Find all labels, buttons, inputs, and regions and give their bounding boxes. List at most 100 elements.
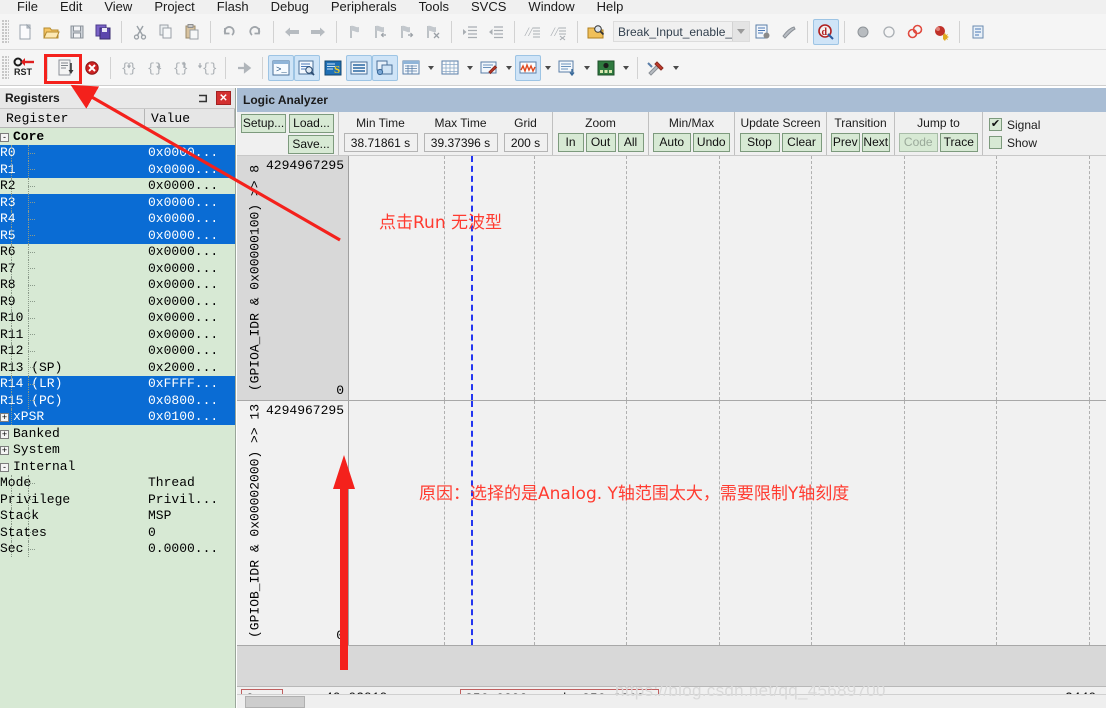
watch-windows-icon[interactable] [398,55,424,81]
zoom-in-button[interactable]: In [557,133,584,152]
save-button[interactable]: Save... [288,134,334,154]
cut-icon[interactable] [127,19,153,45]
register-row[interactable]: R6 0x0000... [0,243,235,260]
toolbar-grip[interactable] [2,55,9,80]
save-icon[interactable] [64,19,90,45]
max-time-value[interactable]: 39.37396 s [423,133,498,152]
chevron-down-icon[interactable] [580,55,593,81]
menu-item-file[interactable]: File [6,0,49,14]
waveform-area[interactable]: 4294967295 (GPIOA_IDR & 0x00000100) >> 8… [237,156,1106,686]
channel-1-plot[interactable] [349,156,1106,400]
register-row[interactable]: R2 0x0000... [0,177,235,194]
register-row[interactable]: R15 (PC) 0x0800... [0,392,235,409]
debug-session-icon[interactable]: d [813,18,839,45]
pin-icon[interactable]: ⊐ [198,91,208,105]
disable-breakpoints-icon[interactable] [902,19,928,45]
paste-icon[interactable] [179,19,205,45]
show-next-statement-icon[interactable] [231,55,257,81]
min-time-value[interactable]: 38.71861 s [343,133,418,152]
collapse-icon[interactable]: - [0,462,9,472]
misc-icon[interactable] [965,19,991,45]
bookmark-toggle-icon[interactable] [342,19,368,45]
target-select[interactable]: Break_Input_enable_disa [613,21,750,42]
register-row[interactable]: States 0 [0,524,235,541]
step-into-icon[interactable]: {} [116,55,142,81]
register-row[interactable]: + System [0,442,235,459]
register-row[interactable]: R0 0x0000... [0,144,235,161]
show-checkbox[interactable] [989,136,1002,149]
indent-icon[interactable] [457,19,483,45]
expand-icon[interactable]: + [0,429,9,439]
system-viewer-icon[interactable] [593,55,619,81]
memory-windows-icon[interactable] [437,55,463,81]
breakpoint-filled-icon[interactable] [850,19,876,45]
channel-2-plot[interactable] [349,401,1106,645]
scrollbar-thumb[interactable] [245,696,305,708]
chevron-down-icon[interactable] [541,55,554,81]
register-row[interactable]: R1 0x0000... [0,161,235,178]
register-row[interactable]: R4 0x0000... [0,210,235,227]
register-row[interactable]: R10 0x0000... [0,309,235,326]
stop-button[interactable]: Stop [739,133,780,152]
register-row[interactable]: + Banked [0,425,235,442]
navigate-back-icon[interactable] [279,19,305,45]
run-icon[interactable] [53,55,79,81]
stop-icon[interactable] [79,55,105,81]
chevron-down-icon[interactable] [502,55,515,81]
register-row[interactable]: + xPSR 0x0100... [0,408,235,425]
menu-item-project[interactable]: Project [143,0,205,14]
find-in-files-icon[interactable] [583,19,609,45]
toolbar-grip[interactable] [2,19,9,44]
next-transition-button[interactable]: Next [861,133,890,152]
close-icon[interactable]: ✕ [216,91,231,105]
step-out-icon[interactable]: {} [168,55,194,81]
chevron-down-icon[interactable] [619,55,632,81]
prev-transition-button[interactable]: Prev [831,133,860,152]
register-row[interactable]: Stack MSP [0,507,235,524]
waveform-channel-2[interactable]: 4294967295 (GPIOB_IDR & 0x00002000) >> 1… [237,401,1106,646]
kill-breakpoints-icon[interactable] [928,19,954,45]
target-options-icon[interactable] [750,19,776,45]
waveform-channel-1[interactable]: 4294967295 (GPIOA_IDR & 0x00000100) >> 8… [237,156,1106,401]
command-window-icon[interactable]: >_ [268,54,294,81]
reset-cpu-icon[interactable]: RST [12,55,42,81]
menu-item-window[interactable]: Window [517,0,585,14]
menu-item-debug[interactable]: Debug [260,0,320,14]
open-file-icon[interactable] [38,19,64,45]
disassembly-window-icon[interactable] [294,54,320,81]
symbols-window-icon[interactable]: S [320,55,346,81]
menu-item-help[interactable]: Help [586,0,635,14]
signal-checkbox-row[interactable]: ✔ Signal [989,116,1059,134]
comment-icon[interactable]: // [520,19,546,45]
register-row[interactable]: R8 0x0000... [0,276,235,293]
expand-icon[interactable]: + [0,413,9,423]
register-row[interactable]: R7 0x0000... [0,260,235,277]
chevron-down-icon[interactable] [463,55,476,81]
menu-item-flash[interactable]: Flash [206,0,260,14]
time-cursor[interactable] [471,156,473,400]
uncomment-icon[interactable]: // [546,19,572,45]
collapse-icon[interactable]: - [0,132,9,142]
register-row[interactable]: - Internal [0,458,235,475]
setup-button[interactable]: Setup... [241,113,286,133]
configure-icon[interactable] [776,19,802,45]
bookmark-clear-icon[interactable] [420,19,446,45]
auto-button[interactable]: Auto [653,133,691,152]
expand-icon[interactable]: + [0,446,9,456]
save-all-icon[interactable] [90,19,116,45]
new-file-icon[interactable] [12,19,38,45]
register-row[interactable]: R12 0x0000... [0,342,235,359]
signal-checkbox[interactable]: ✔ [989,118,1002,131]
load-button[interactable]: Load... [289,113,334,133]
undo-button[interactable]: Undo [692,133,730,152]
bookmark-next-icon[interactable] [394,19,420,45]
menu-item-view[interactable]: View [93,0,143,14]
grid-value[interactable]: 200 s [503,133,548,152]
zoom-out-button[interactable]: Out [585,133,616,152]
register-row[interactable]: R3 0x0000... [0,194,235,211]
navigate-forward-icon[interactable] [305,19,331,45]
registers-window-icon[interactable] [346,54,372,81]
menu-item-peripherals[interactable]: Peripherals [320,0,408,14]
zoom-all-button[interactable]: All [617,133,644,152]
step-over-icon[interactable]: {} [142,55,168,81]
